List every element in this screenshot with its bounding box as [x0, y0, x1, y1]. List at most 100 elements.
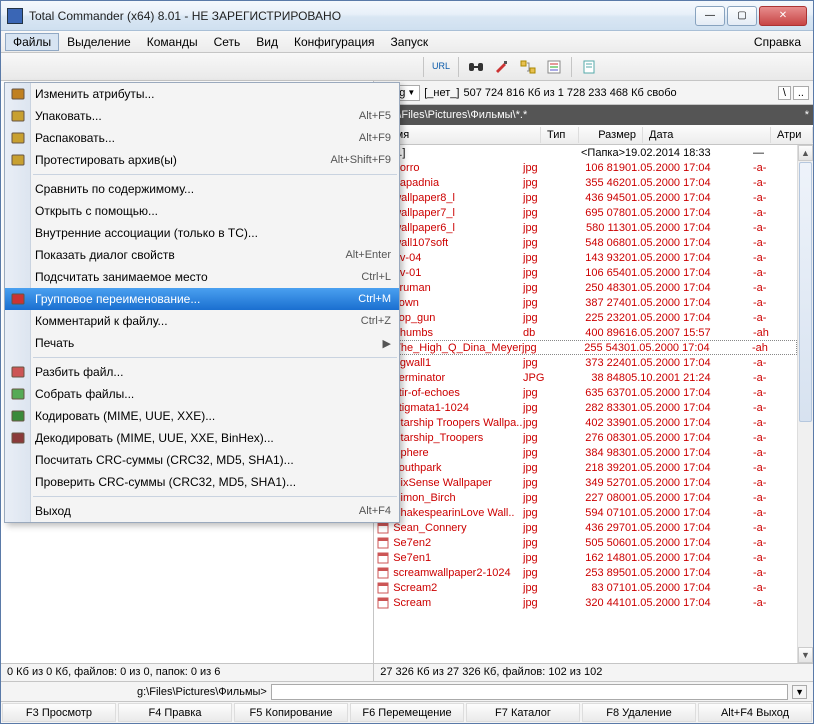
file-row[interactable]: Thumbsdb400 89616.05.2007 15:57-ah [374, 325, 797, 340]
menu-выделение[interactable]: Выделение [59, 33, 139, 51]
file-date: 01.05.2000 17:04 [625, 387, 753, 399]
file-size: 580 113 [561, 222, 625, 234]
menu-help[interactable]: Справка [746, 33, 809, 51]
encode-icon [9, 407, 27, 425]
file-row[interactable]: ShakespearinLove Wall..jpg594 07101.05.2… [374, 505, 797, 520]
up-button[interactable]: .. [793, 86, 809, 100]
file-row[interactable]: The_High_Q_Dina_Meyerjpg255 54301.05.200… [374, 340, 797, 355]
menuitem[interactable]: Групповое переименование...Ctrl+M [5, 288, 399, 310]
menuitem[interactable]: Протестировать архив(ы)Alt+Shift+F9 [5, 149, 399, 171]
close-button[interactable]: ✕ [759, 6, 807, 26]
fkey-button[interactable]: F7 Каталог [466, 703, 580, 722]
copy-names-button[interactable] [543, 56, 565, 78]
menuitem[interactable]: ВыходAlt+F4 [5, 500, 399, 522]
menuitem[interactable]: Собрать файлы... [5, 383, 399, 405]
menuitem[interactable]: Внутренние ассоциации (только в TC)... [5, 222, 399, 244]
file-row[interactable]: Starship_Troopersjpg276 08301.05.2000 17… [374, 430, 797, 445]
col-date[interactable]: Дата [643, 127, 771, 143]
menu-конфигурация[interactable]: Конфигурация [286, 33, 383, 51]
menuitem[interactable]: Открыть с помощью... [5, 200, 399, 222]
menuitem[interactable]: Декодировать (MIME, UUE, XXE, BinHex)... [5, 427, 399, 449]
file-row[interactable]: Top_gunjpg225 23201.05.2000 17:04-a- [374, 310, 797, 325]
menu-вид[interactable]: Вид [248, 33, 286, 51]
file-row[interactable]: Se7en1jpg162 14801.05.2000 17:04-a- [374, 550, 797, 565]
toolbar: URL [1, 53, 813, 81]
sync-button[interactable] [517, 56, 539, 78]
menu-сеть[interactable]: Сеть [206, 33, 249, 51]
file-icon [376, 567, 390, 579]
fkey-button[interactable]: Alt+F4 Выход [698, 703, 812, 722]
col-type[interactable]: Тип [541, 127, 579, 143]
file-row[interactable]: SixSense Wallpaperjpg349 52701.05.2000 1… [374, 475, 797, 490]
file-date: 01.05.2000 17:04 [625, 192, 753, 204]
menuitem[interactable]: Проверить CRC-суммы (CRC32, MD5, SHA1)..… [5, 471, 399, 493]
file-row[interactable]: Screamjpg320 44101.05.2000 17:04-a- [374, 595, 797, 610]
fkey-button[interactable]: F5 Копирование [234, 703, 348, 722]
fkey-button[interactable]: F8 Удаление [582, 703, 696, 722]
url-button[interactable]: URL [430, 56, 452, 78]
file-row[interactable]: wall107softjpg548 06801.05.2000 17:04-a- [374, 235, 797, 250]
file-size: 548 068 [561, 237, 625, 249]
col-attr[interactable]: Атри [771, 127, 813, 143]
search-button[interactable] [465, 56, 487, 78]
file-size: 255 543 [560, 342, 624, 354]
file-row[interactable]: Zapadniajpg355 46201.05.2000 17:04-a- [374, 175, 797, 190]
file-row[interactable]: stigmata1-1024jpg282 83301.05.2000 17:04… [374, 400, 797, 415]
menu-запуск[interactable]: Запуск [383, 33, 437, 51]
file-row[interactable]: stir-of-echoesjpg635 63701.05.2000 17:04… [374, 385, 797, 400]
rename-tool-button[interactable] [491, 56, 513, 78]
file-row[interactable]: Scream2jpg83 07101.05.2000 17:04-a- [374, 580, 797, 595]
path-bar[interactable]: ▼ g:\Files\Pictures\Фильмы\*.* * [374, 105, 813, 125]
cmd-input[interactable] [271, 684, 788, 700]
menuitem[interactable]: Комментарий к файлу...Ctrl+Z [5, 310, 399, 332]
fkey-button[interactable]: F6 Перемещение [350, 703, 464, 722]
scroll-down[interactable]: ▼ [798, 647, 813, 663]
file-row[interactable]: southparkjpg218 39201.05.2000 17:04-a- [374, 460, 797, 475]
file-list[interactable]: ▲ ▼ [..]<Папка>19.02.2014 18:33—Zorrojpg… [374, 145, 813, 663]
menuitem[interactable]: Печать▶ [5, 332, 399, 354]
fkey-button[interactable]: F3 Просмотр [2, 703, 116, 722]
file-row[interactable]: wallpaper6_ljpg580 11301.05.2000 17:04-a… [374, 220, 797, 235]
col-size[interactable]: Размер [579, 127, 643, 143]
menuitem[interactable]: Показать диалог свойствAlt+Enter [5, 244, 399, 266]
notepad-button[interactable] [578, 56, 600, 78]
file-row[interactable]: wallpaper8_ljpg436 94501.05.2000 17:04-a… [374, 190, 797, 205]
file-row[interactable]: wallpaper7_ljpg695 07801.05.2000 17:04-a… [374, 205, 797, 220]
file-row[interactable]: Sean_Conneryjpg436 29701.05.2000 17:04-a… [374, 520, 797, 535]
menu-файлы[interactable]: Файлы [5, 33, 59, 51]
file-size: 250 483 [561, 282, 625, 294]
menuitem[interactable]: Упаковать...Alt+F5 [5, 105, 399, 127]
cmd-dropdown[interactable]: ▼ [792, 685, 807, 699]
menuitem[interactable]: Посчитать CRC-суммы (CRC32, MD5, SHA1)..… [5, 449, 399, 471]
file-row[interactable]: Townjpg387 27401.05.2000 17:04-a- [374, 295, 797, 310]
updir-row[interactable]: [..]<Папка>19.02.2014 18:33— [374, 145, 797, 160]
menuitem[interactable]: Изменить атрибуты... [5, 83, 399, 105]
scrollbar[interactable]: ▲ ▼ [797, 145, 813, 663]
maximize-button[interactable]: ▢ [727, 6, 757, 26]
menuitem[interactable]: Разбить файл... [5, 361, 399, 383]
menuitem[interactable]: Кодировать (MIME, UUE, XXE)... [5, 405, 399, 427]
file-row[interactable]: TerminatorJPG38 84805.10.2001 21:24-a- [374, 370, 797, 385]
root-button[interactable]: \ [778, 86, 791, 100]
scroll-up[interactable]: ▲ [798, 145, 813, 161]
file-row[interactable]: Simon_Birchjpg227 08001.05.2000 17:04-a- [374, 490, 797, 505]
file-row[interactable]: Zorrojpg106 81901.05.2000 17:04-a- [374, 160, 797, 175]
file-row[interactable]: Tv-04jpg143 93201.05.2000 17:04-a- [374, 250, 797, 265]
file-row[interactable]: Tgwall1jpg373 22401.05.2000 17:04-a- [374, 355, 797, 370]
file-row[interactable]: Spherejpg384 98301.05.2000 17:04-a- [374, 445, 797, 460]
file-row[interactable]: Starship Troopers Wallpa..jpg402 33901.0… [374, 415, 797, 430]
menuitem[interactable]: Подсчитать занимаемое местоCtrl+L [5, 266, 399, 288]
file-row[interactable]: Tv-01jpg106 65401.05.2000 17:04-a- [374, 265, 797, 280]
menuitem-label: Комментарий к файлу... [35, 314, 361, 328]
file-row[interactable]: Trumanjpg250 48301.05.2000 17:04-a- [374, 280, 797, 295]
blank-icon [9, 502, 27, 520]
menu-команды[interactable]: Команды [139, 33, 206, 51]
fkey-button[interactable]: F4 Правка [118, 703, 232, 722]
file-row[interactable]: Se7en2jpg505 50601.05.2000 17:04-a- [374, 535, 797, 550]
menuitem[interactable]: Распаковать...Alt+F9 [5, 127, 399, 149]
menuitem-accel: Alt+Enter [345, 249, 391, 261]
file-row[interactable]: screamwallpaper2-1024jpg253 89501.05.200… [374, 565, 797, 580]
minimize-button[interactable]: — [695, 6, 725, 26]
scroll-thumb[interactable] [799, 162, 812, 422]
menuitem[interactable]: Сравнить по содержимому... [5, 178, 399, 200]
